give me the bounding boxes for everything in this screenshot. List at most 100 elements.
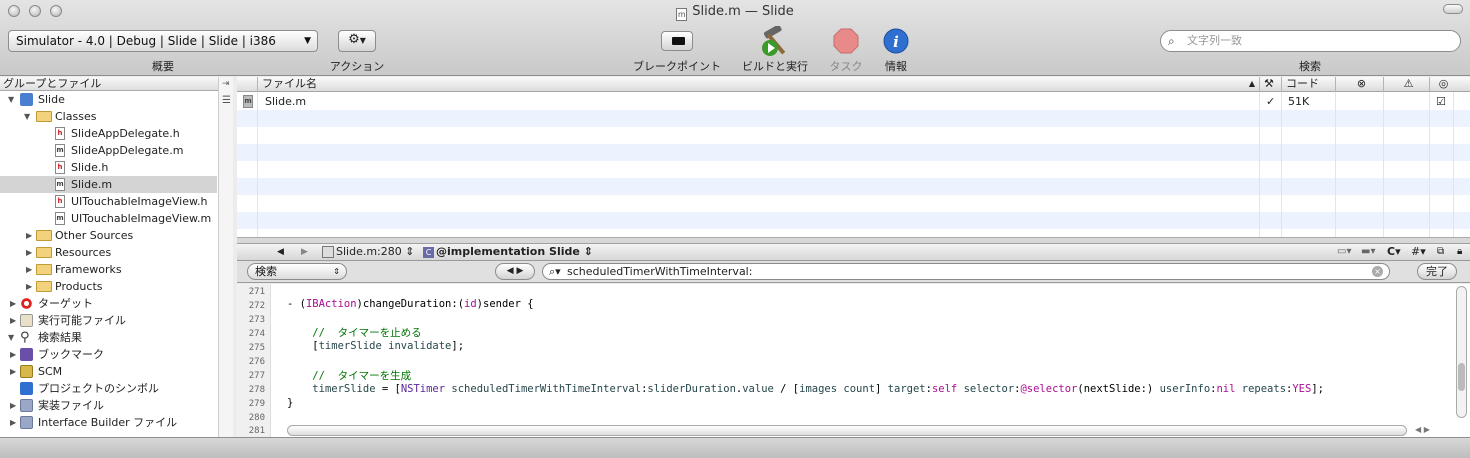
sidebar-item-slide[interactable]: ▼ Slide: [0, 91, 217, 108]
symbol-popup[interactable]: @implementation Slide ⇕: [436, 244, 593, 260]
disclosure-closed-icon: ▶: [26, 248, 33, 257]
line-number: 277: [248, 371, 265, 381]
counterpart-menu[interactable]: #▾: [1411, 244, 1426, 260]
include-icon[interactable]: ⧉: [1437, 244, 1444, 260]
file-name-cell: Slide.m: [265, 95, 307, 108]
line-number: 273: [248, 315, 265, 325]
find-mode-value: 検索: [255, 265, 277, 278]
scroll-thumb[interactable]: [1458, 363, 1465, 391]
column-errors[interactable]: ⊗: [1335, 77, 1383, 92]
done-button[interactable]: 完了: [1417, 263, 1457, 280]
column-warnings[interactable]: ⚠: [1383, 77, 1429, 92]
breakpoints-icon[interactable]: ▬▾: [1361, 244, 1375, 260]
sidebar-item-bookmarks[interactable]: ▶ ブックマーク: [0, 346, 217, 363]
lock-icon[interactable]: 🔒︎: [1457, 244, 1462, 260]
file-list: ファイル名 ▲ ⚒ コード ⊗ ⚠ ◎ m Slide.m ✓ 51K ☑: [237, 77, 1470, 237]
clear-search-icon[interactable]: ×: [1372, 266, 1383, 277]
column-target[interactable]: ◎: [1429, 77, 1453, 92]
folder-icon: [36, 111, 52, 122]
scroll-arrows-icon[interactable]: ◀ ▶: [1415, 425, 1430, 434]
target-checkbox[interactable]: ☑: [1436, 93, 1446, 110]
sidebar-item-scm[interactable]: ▶ SCM: [0, 363, 217, 380]
vertical-scrollbar[interactable]: [1456, 286, 1467, 418]
file-history-popup[interactable]: Slide.m:280 ⇕: [336, 244, 414, 260]
sidebar-item-frameworks[interactable]: ▶ Frameworks: [0, 261, 217, 278]
sidebar-item-resources[interactable]: ▶ Resources: [0, 244, 217, 261]
previous-icon: ◀: [506, 266, 514, 276]
column-filename[interactable]: ファイル名 ▲: [257, 77, 1259, 92]
file-icon: [322, 246, 334, 258]
sidebar-item-label: プロジェクトのシンボル: [38, 382, 159, 395]
code-line: - (IBAction)changeDuration:(id)sender {: [287, 298, 534, 310]
bookmark-icon: [20, 348, 33, 361]
code-editor[interactable]: 271 272 273 274 275 276 277 278 279 280 …: [237, 284, 1470, 437]
language-menu[interactable]: C▾: [1387, 244, 1401, 260]
sidebar-item-interface-builder-files[interactable]: ▶ Interface Builder ファイル: [0, 414, 217, 431]
breakpoints-button[interactable]: [661, 31, 693, 51]
sidebar-item-label: Interface Builder ファイル: [38, 416, 178, 429]
horizontal-scrollbar[interactable]: [287, 425, 1407, 436]
scm-icon: [20, 365, 33, 378]
column-build[interactable]: ⚒: [1259, 77, 1281, 92]
disclosure-closed-icon: ▶: [26, 265, 33, 274]
hammer-icon: [762, 24, 786, 56]
tasks-label: タスク: [829, 60, 863, 73]
implementation-file-icon: m: [243, 95, 253, 108]
action-menu-button[interactable]: ⚙▼: [338, 30, 376, 52]
sidebar-file-row[interactable]: h Slide.h: [0, 159, 217, 176]
sidebar-item-search-results[interactable]: ▼ ⚲ 検索結果: [0, 329, 217, 346]
build-and-run-button[interactable]: [758, 24, 792, 58]
folder-icon: [36, 230, 52, 241]
find-input[interactable]: ⌕▾ scheduledTimerWithTimeInterval: ×: [542, 263, 1390, 280]
header-file-icon: h: [55, 195, 65, 208]
sidebar-item-products[interactable]: ▶ Products: [0, 278, 217, 295]
build-label: ビルドと実行: [742, 60, 808, 73]
line-number: 275: [248, 343, 265, 353]
scheme-popup[interactable]: Simulator - 4.0 | Debug | Slide | Slide …: [8, 30, 318, 52]
sidebar-item-project-symbols[interactable]: プロジェクトのシンボル: [0, 380, 217, 397]
search-input[interactable]: ⌕ 文字列一致: [1160, 30, 1461, 52]
bookmarks-icon[interactable]: ▭▾: [1337, 244, 1351, 260]
sidebar-file-row[interactable]: m SlideAppDelegate.m: [0, 142, 217, 159]
toolbar-toggle-button[interactable]: [1443, 4, 1463, 14]
disclosure-closed-icon: ▶: [26, 282, 33, 291]
find-query-text: scheduledTimerWithTimeInterval:: [567, 265, 753, 278]
sidebar-header: グループとファイル: [0, 77, 232, 91]
table-row[interactable]: m Slide.m ✓ 51K ☑: [237, 93, 1470, 110]
line-number-gutter: 271 272 273 274 275 276 277 278 279 280 …: [237, 284, 271, 437]
disclosure-open-icon: ▼: [8, 95, 15, 104]
back-arrow-button[interactable]: ◀: [277, 244, 284, 260]
chevron-down-icon: ▼: [304, 36, 311, 46]
tasks-button[interactable]: [833, 28, 859, 54]
info-button[interactable]: i: [883, 28, 909, 54]
line-number: 271: [248, 287, 265, 297]
disclosure-closed-icon: ▶: [10, 299, 17, 308]
code-line: [timerSlide invalidate];: [287, 340, 465, 352]
breakpoints-label: ブレークポイント: [633, 60, 721, 73]
sidebar-item-executables[interactable]: ▶ 実行可能ファイル: [0, 312, 217, 329]
code-size-cell: 51K: [1288, 95, 1310, 108]
sidebar-file-row[interactable]: m UITouchableImageView.m: [0, 210, 217, 227]
sidebar-item-other-sources[interactable]: ▶ Other Sources: [0, 227, 217, 244]
sidebar-splitter[interactable]: ⇥ ☰: [218, 77, 233, 437]
groups-and-files-sidebar: グループとファイル ▼ Slide ▼ Classes h SlideAppDeleg…: [0, 77, 233, 437]
find-mode-popup[interactable]: 検索 ⇕: [247, 263, 347, 280]
updown-icon: ⇕: [333, 267, 340, 276]
column-code[interactable]: コード: [1281, 77, 1335, 92]
next-icon: ▶: [516, 266, 524, 276]
sidebar-item-classes[interactable]: ▼ Classes: [0, 108, 217, 125]
sidebar-file-row-selected[interactable]: m Slide.m: [0, 176, 217, 193]
search-placeholder: 文字列一致: [1187, 34, 1242, 47]
sidebar-file-row[interactable]: h SlideAppDelegate.h: [0, 125, 217, 142]
sidebar-item-label: SlideAppDelegate.h: [71, 127, 180, 140]
sidebar-item-implementation-files[interactable]: ▶ 実装ファイル: [0, 397, 217, 414]
sidebar-item-targets[interactable]: ▶ ターゲット: [0, 295, 217, 312]
sidebar-file-row[interactable]: h UITouchableImageView.h: [0, 193, 217, 210]
forward-arrow-button[interactable]: ▶: [301, 244, 308, 260]
disclosure-closed-icon: ▶: [10, 350, 17, 359]
disclosure-closed-icon: ▶: [10, 367, 17, 376]
smart-group-icon: [20, 399, 33, 412]
find-prev-next-buttons[interactable]: ◀ ▶: [495, 263, 535, 280]
header-file-icon: h: [55, 127, 65, 140]
sidebar-item-label: ブックマーク: [38, 348, 104, 361]
